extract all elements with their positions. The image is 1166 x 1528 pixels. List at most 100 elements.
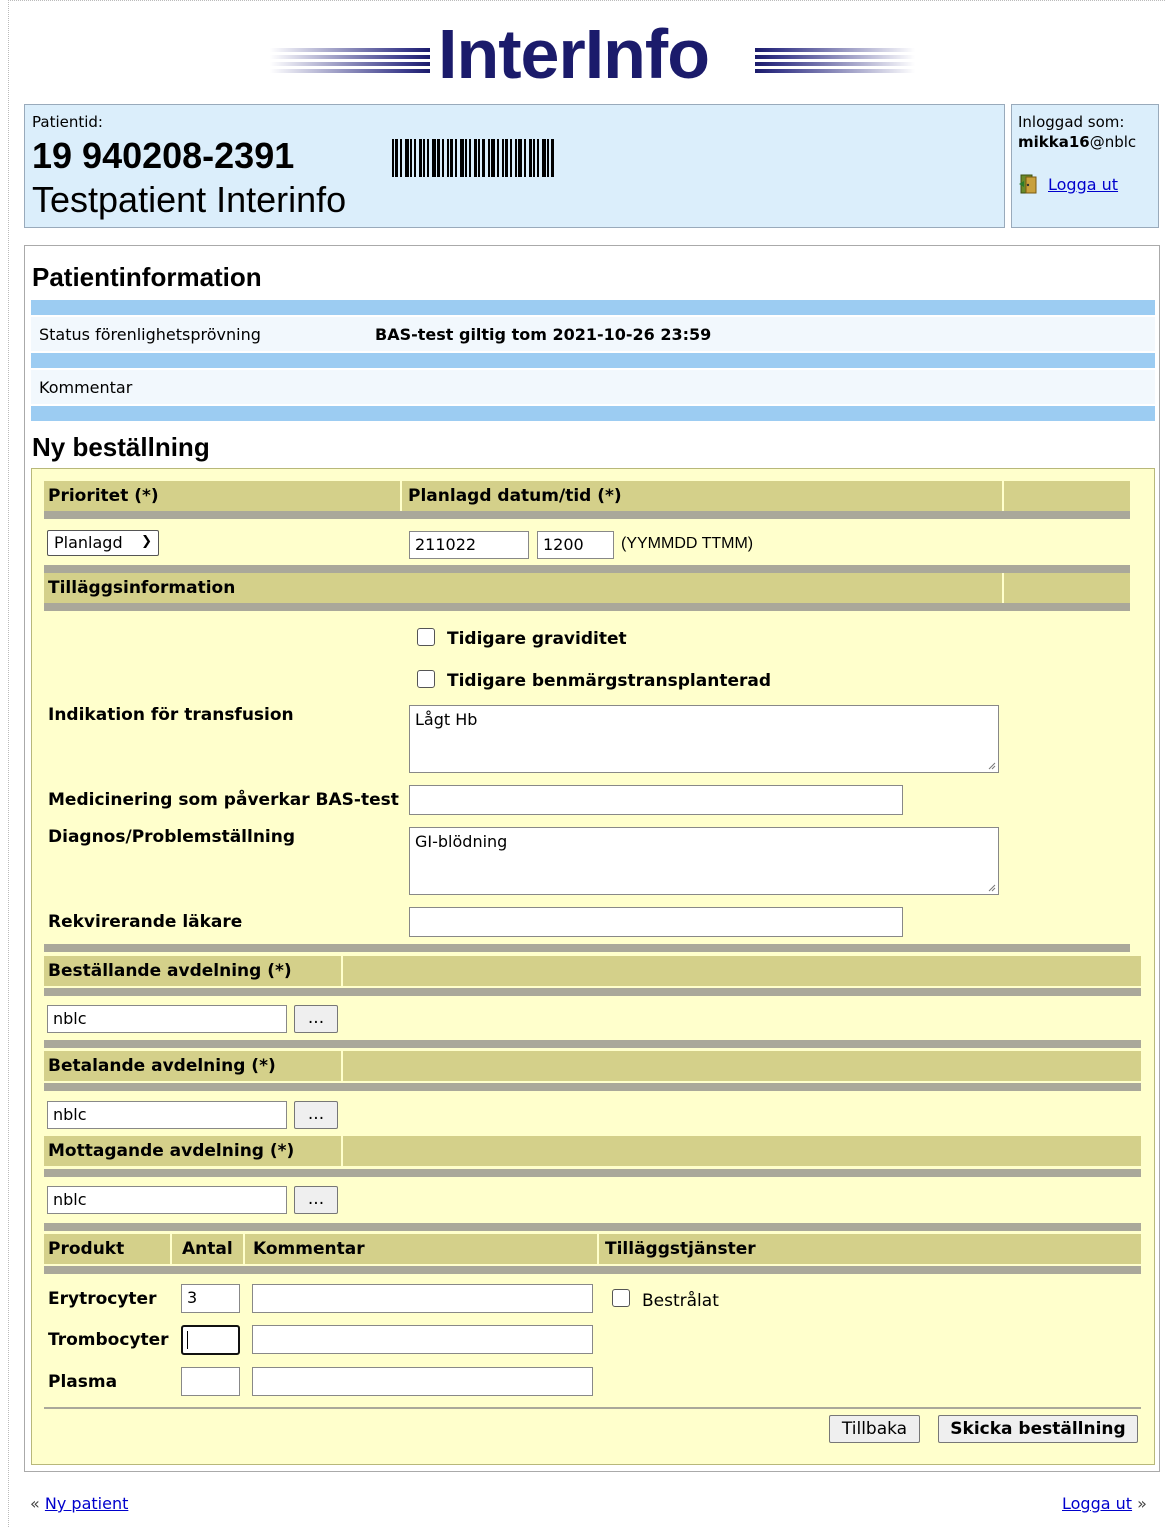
barcode-stripe <box>400 139 402 177</box>
product-name: Trombocyter <box>48 1330 169 1350</box>
patientinfo-title: Patientinformation <box>32 262 262 292</box>
barcode-stripe <box>442 139 444 177</box>
gray-divider <box>44 511 1130 519</box>
divider-bar <box>31 300 1155 315</box>
planned-date-input[interactable]: 211022 <box>409 531 529 559</box>
barcode-stripe <box>502 139 504 177</box>
receiving-dept-header: Mottagande avdelning (*) <box>48 1141 295 1161</box>
product-amount-input[interactable]: 3 <box>181 1284 240 1313</box>
product-comment-input[interactable] <box>252 1325 593 1354</box>
doctor-label: Rekvirerande läkare <box>48 912 243 932</box>
indication-textarea[interactable]: Lågt Hb <box>409 705 999 773</box>
header-separator <box>1002 481 1004 511</box>
new-patient-link[interactable]: Ny patient <box>45 1494 128 1513</box>
barcode-stripe <box>423 139 425 177</box>
header-separator <box>341 1136 343 1166</box>
comment-row: Kommentar <box>31 370 1155 404</box>
ordering-dept-header-row: Beställande avdelning (*) <box>44 956 1141 986</box>
product-comment-input[interactable] <box>252 1367 593 1396</box>
resize-grip-icon[interactable] <box>986 760 996 770</box>
barcode-stripe <box>488 139 490 177</box>
header-separator <box>341 1051 343 1081</box>
barcode-stripe <box>533 139 535 177</box>
medication-input[interactable] <box>409 785 903 815</box>
submit-order-button[interactable]: Skicka beställning <box>938 1415 1138 1443</box>
product-amount-input[interactable] <box>181 1325 240 1355</box>
receiving-dept-input[interactable]: nblc <box>47 1186 287 1214</box>
resize-grip-icon[interactable] <box>986 882 996 892</box>
logout-door-icon[interactable] <box>1018 173 1040 195</box>
left-arrow-icon: « <box>30 1494 40 1513</box>
status-label: Status förenlighetsprövning <box>39 325 261 344</box>
barcode-stripe <box>482 139 485 177</box>
gray-divider <box>44 1040 1141 1048</box>
login-info: Inloggad som: mikka16@nblc Logga ut <box>1011 104 1159 228</box>
diagnosis-textarea[interactable]: GI-blödning <box>409 827 999 895</box>
paying-dept-header: Betalande avdelning (*) <box>48 1056 276 1076</box>
ordering-dept-browse-button[interactable]: ... <box>294 1005 338 1033</box>
medication-label: Medicinering som påverkar BAS-test <box>48 790 399 810</box>
gray-divider <box>44 1169 1141 1177</box>
paying-dept-browse-button[interactable]: ... <box>294 1101 338 1129</box>
gray-divider <box>44 603 1130 611</box>
planned-header: Planlagd datum/tid (*) <box>408 486 622 506</box>
receiving-dept-browse-button[interactable]: ... <box>294 1186 338 1214</box>
prev-pregnancy-checkbox[interactable] <box>417 628 435 646</box>
comment-col-header: Kommentar <box>253 1239 365 1259</box>
extra-info-header: Tilläggsinformation <box>48 578 236 598</box>
irradiated-checkbox[interactable] <box>612 1289 630 1307</box>
gray-divider <box>44 1083 1141 1091</box>
barcode-stripe <box>474 139 477 177</box>
logged-in-user: mikka16@nblc <box>1018 133 1136 151</box>
barcode-stripe <box>505 139 508 177</box>
product-col-header: Produkt <box>48 1239 125 1259</box>
divider-bar <box>31 353 1155 368</box>
barcode-stripe <box>405 139 409 177</box>
product-name: Erytrocyter <box>48 1289 157 1309</box>
product-amount-input[interactable] <box>181 1367 240 1396</box>
back-button[interactable]: Tillbaka <box>829 1415 920 1443</box>
barcode-stripe <box>432 139 436 177</box>
header-separator <box>341 956 343 986</box>
header-separator <box>1002 573 1004 603</box>
right-arrow-icon: » <box>1137 1494 1147 1513</box>
ordering-dept-input[interactable]: nblc <box>47 1005 287 1033</box>
planned-time-input[interactable]: 1200 <box>537 531 614 559</box>
prev-transplant-checkbox[interactable] <box>417 670 435 688</box>
ordering-dept-header: Beställande avdelning (*) <box>48 961 292 981</box>
footer-logout-link[interactable]: Logga ut <box>1062 1494 1132 1513</box>
barcode-stripe <box>510 139 512 177</box>
text-cursor <box>187 1331 188 1349</box>
extra-info-header-row: Tilläggsinformation <box>44 573 1130 603</box>
paying-dept-header-row: Betalande avdelning (*) <box>44 1051 1141 1081</box>
username: mikka16 <box>1018 133 1090 151</box>
logo-right-bars <box>755 48 915 78</box>
barcode-stripe <box>437 139 440 177</box>
comment-label: Kommentar <box>39 378 133 397</box>
paying-dept-input[interactable]: nblc <box>47 1101 287 1129</box>
barcode-icon <box>392 139 606 177</box>
barcode-stripe <box>455 139 457 177</box>
barcode-stripe <box>529 139 532 177</box>
priority-header: Prioritet (*) <box>48 486 159 506</box>
gray-divider <box>44 988 1141 996</box>
header-separator <box>597 1234 599 1264</box>
patient-name: Testpatient Interinfo <box>32 179 347 220</box>
priority-select[interactable]: Planlagd ❯ <box>47 530 159 556</box>
barcode-stripe <box>537 139 539 177</box>
barcode-stripe <box>427 139 429 177</box>
product-comment-input[interactable] <box>252 1284 593 1313</box>
barcode-stripe <box>419 139 422 177</box>
gray-divider <box>44 1407 1141 1409</box>
logout-area: Logga ut <box>1018 173 1118 195</box>
barcode-stripe <box>524 139 526 177</box>
new-patient-nav: « Ny patient <box>30 1494 128 1513</box>
main-panel: Patientinformation Status förenlighetspr… <box>24 245 1160 1472</box>
doctor-input[interactable] <box>409 907 903 937</box>
chevron-down-icon: ❯ <box>141 534 152 549</box>
logout-link[interactable]: Logga ut <box>1048 175 1118 194</box>
user-domain: @nblc <box>1089 133 1137 151</box>
logout-nav: Logga ut » <box>1062 1494 1147 1513</box>
indication-value: Lågt Hb <box>415 710 478 729</box>
logged-in-label: Inloggad som: <box>1018 113 1125 131</box>
